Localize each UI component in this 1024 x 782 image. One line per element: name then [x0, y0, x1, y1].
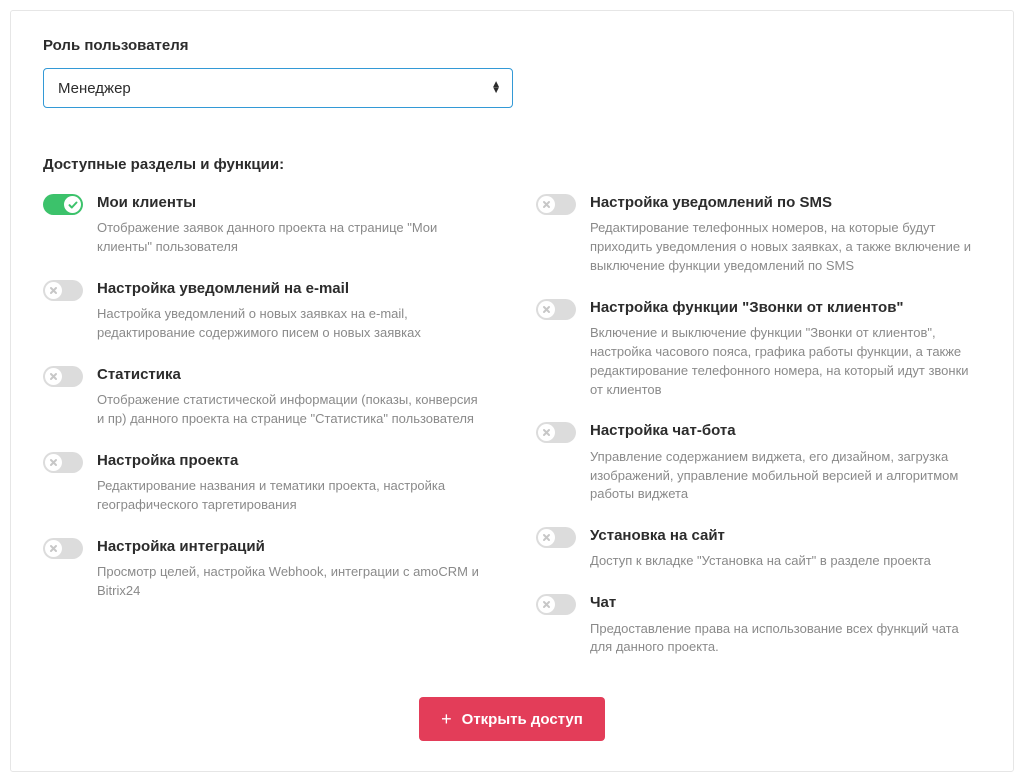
- feature-text: Настройка чат-бота Управление содержанием…: [590, 421, 981, 504]
- grant-access-label: Открыть доступ: [462, 711, 583, 728]
- feature-text: Настройка уведомлений на e-mail Настройка…: [97, 279, 488, 343]
- feature-description: Управление содержанием виджета, его диза…: [590, 448, 981, 505]
- feature-description: Предоставление права на использование вс…: [590, 620, 981, 658]
- x-icon: [538, 196, 555, 213]
- feature-text: Чат Предоставление права на использование…: [590, 593, 981, 657]
- feature-text: Настройка проекта Редактирование названия…: [97, 451, 488, 515]
- feature-description: Просмотр целей, настройка Webhook, интег…: [97, 563, 488, 601]
- feature-row: Настройка функции "Звонки от клиентов" Вк…: [536, 298, 981, 422]
- x-icon: [45, 368, 62, 385]
- feature-toggle[interactable]: [43, 194, 83, 215]
- feature-toggle[interactable]: [43, 452, 83, 473]
- x-icon: [538, 529, 555, 546]
- check-icon: [64, 196, 81, 213]
- x-icon: [538, 424, 555, 441]
- feature-description: Редактирование телефонных номеров, на ко…: [590, 219, 981, 276]
- feature-text: Настройка интеграций Просмотр целей, наст…: [97, 537, 488, 601]
- feature-row: Установка на сайт Доступ к вкладке "Устан…: [536, 526, 981, 593]
- feature-description: Отображение статистической информации (п…: [97, 391, 488, 429]
- feature-title: Настройка уведомлений по SMS: [590, 193, 981, 213]
- feature-row: Настройка уведомлений по SMS Редактирован…: [536, 193, 981, 298]
- role-select-wrap: Менеджер ▲▼: [43, 68, 513, 108]
- feature-description: Отображение заявок данного проекта на ст…: [97, 219, 488, 257]
- feature-title: Мои клиенты: [97, 193, 488, 213]
- feature-toggle[interactable]: [43, 280, 83, 301]
- feature-row: Мои клиенты Отображение заявок данного пр…: [43, 193, 488, 279]
- features-grid: Мои клиенты Отображение заявок данного пр…: [43, 193, 981, 679]
- features-section-label: Доступные разделы и функции:: [43, 156, 981, 173]
- feature-toggle[interactable]: [536, 299, 576, 320]
- feature-title: Настройка функции "Звонки от клиентов": [590, 298, 981, 318]
- x-icon: [45, 540, 62, 557]
- feature-text: Настройка функции "Звонки от клиентов" Вк…: [590, 298, 981, 400]
- features-column-left: Мои клиенты Отображение заявок данного пр…: [43, 193, 488, 679]
- feature-toggle[interactable]: [536, 594, 576, 615]
- feature-row: Настройка уведомлений на e-mail Настройка…: [43, 279, 488, 365]
- features-column-right: Настройка уведомлений по SMS Редактирован…: [536, 193, 981, 679]
- panel-footer: + Открыть доступ: [43, 697, 981, 741]
- feature-row: Настройка проекта Редактирование названия…: [43, 451, 488, 537]
- x-icon: [45, 454, 62, 471]
- feature-row: Чат Предоставление права на использование…: [536, 593, 981, 679]
- feature-description: Доступ к вкладке "Установка на сайт" в р…: [590, 552, 981, 571]
- feature-title: Настройка интеграций: [97, 537, 488, 557]
- x-icon: [538, 596, 555, 613]
- grant-access-button[interactable]: + Открыть доступ: [419, 697, 605, 741]
- role-label: Роль пользователя: [43, 37, 981, 54]
- feature-row: Настройка интеграций Просмотр целей, наст…: [43, 537, 488, 623]
- feature-toggle[interactable]: [536, 422, 576, 443]
- feature-row: Статистика Отображение статистической инф…: [43, 365, 488, 451]
- plus-icon: +: [441, 710, 452, 728]
- feature-toggle[interactable]: [43, 538, 83, 559]
- feature-title: Статистика: [97, 365, 488, 385]
- feature-title: Установка на сайт: [590, 526, 981, 546]
- feature-description: Редактирование названия и тематики проек…: [97, 477, 488, 515]
- x-icon: [538, 301, 555, 318]
- feature-title: Чат: [590, 593, 981, 613]
- feature-text: Мои клиенты Отображение заявок данного пр…: [97, 193, 488, 257]
- feature-toggle[interactable]: [43, 366, 83, 387]
- feature-title: Настройка уведомлений на e-mail: [97, 279, 488, 299]
- feature-title: Настройка проекта: [97, 451, 488, 471]
- feature-description: Настройка уведомлений о новых заявках на…: [97, 305, 488, 343]
- role-select[interactable]: Менеджер: [43, 68, 513, 108]
- feature-text: Установка на сайт Доступ к вкладке "Устан…: [590, 526, 981, 571]
- feature-description: Включение и выключение функции "Звонки о…: [590, 324, 981, 399]
- feature-text: Настройка уведомлений по SMS Редактирован…: [590, 193, 981, 276]
- feature-text: Статистика Отображение статистической инф…: [97, 365, 488, 429]
- permissions-panel: Роль пользователя Менеджер ▲▼ Доступные …: [10, 10, 1014, 772]
- x-icon: [45, 282, 62, 299]
- feature-toggle[interactable]: [536, 194, 576, 215]
- feature-title: Настройка чат-бота: [590, 421, 981, 441]
- feature-row: Настройка чат-бота Управление содержанием…: [536, 421, 981, 526]
- feature-toggle[interactable]: [536, 527, 576, 548]
